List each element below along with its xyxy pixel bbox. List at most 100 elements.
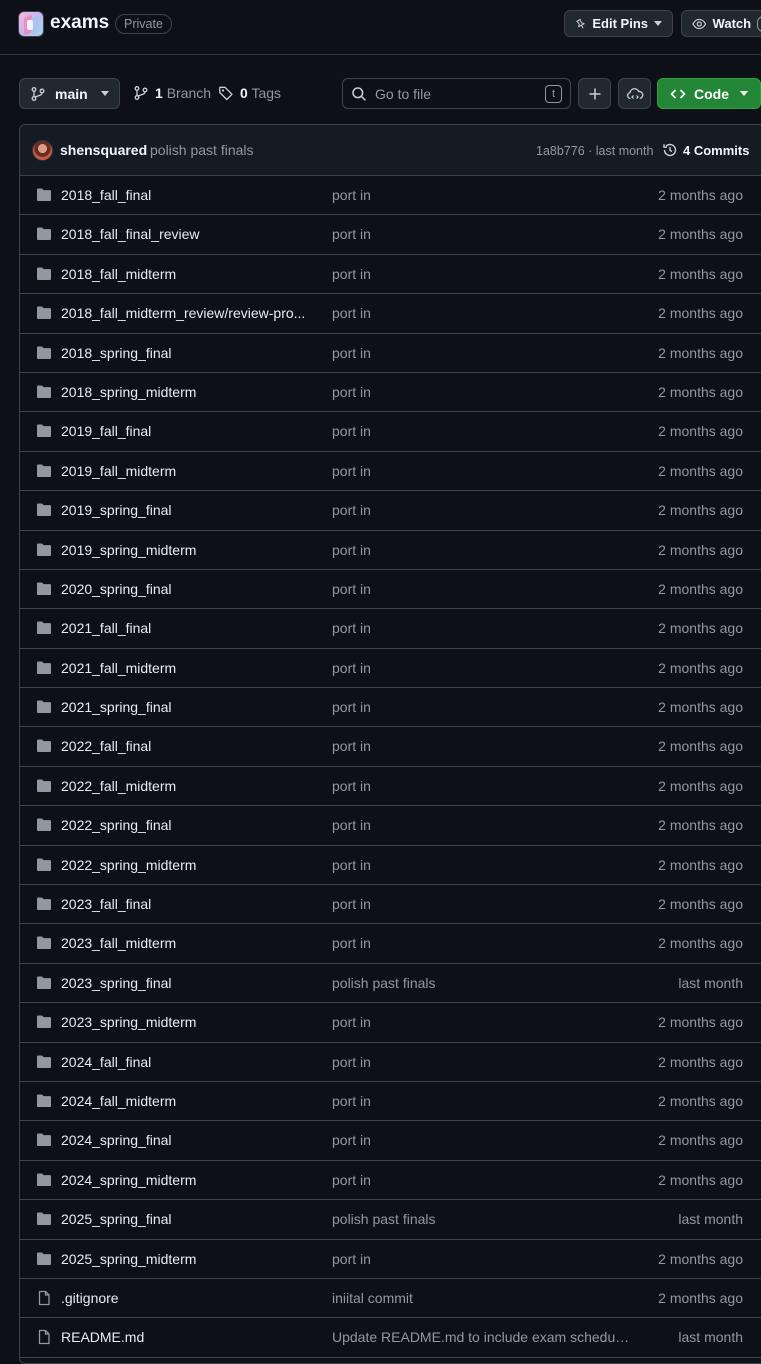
- file-name-link[interactable]: 2018_fall_midterm: [61, 266, 306, 282]
- file-row[interactable]: 2025_spring_final polish past finals last …: [20, 1200, 761, 1240]
- file-row[interactable]: 2018_fall_final port in 2 months ago: [20, 176, 761, 216]
- commit-author[interactable]: shensquared: [60, 142, 147, 158]
- file-name-link[interactable]: 2019_fall_midterm: [61, 463, 306, 479]
- file-row[interactable]: 2024_fall_midterm port in 2 months ago: [20, 1082, 761, 1122]
- file-row[interactable]: 2018_fall_midterm_review/review-pro... po…: [20, 294, 761, 334]
- author-avatar[interactable]: [32, 140, 53, 161]
- commits-history-link[interactable]: 4 Commits: [662, 142, 749, 158]
- file-name-link[interactable]: 2023_spring_final: [61, 975, 306, 991]
- repo-name[interactable]: exams: [50, 12, 109, 34]
- file-commit-message[interactable]: port in: [332, 857, 632, 873]
- tags-link[interactable]: 0 Tags: [218, 85, 281, 101]
- file-commit-message[interactable]: polish past finals: [332, 975, 632, 991]
- file-row[interactable]: 2022_fall_midterm port in 2 months ago: [20, 767, 761, 807]
- file-name-link[interactable]: 2018_fall_final_review: [61, 226, 306, 242]
- file-name-link[interactable]: README.md: [61, 1329, 306, 1345]
- file-name-link[interactable]: 2023_fall_final: [61, 896, 306, 912]
- file-commit-message[interactable]: port in: [332, 266, 632, 282]
- file-row[interactable]: 2023_fall_final port in 2 months ago: [20, 885, 761, 925]
- file-commit-message[interactable]: port in: [332, 384, 632, 400]
- file-name-link[interactable]: 2019_fall_final: [61, 423, 306, 439]
- file-commit-message[interactable]: polish past finals: [332, 1211, 632, 1227]
- file-name-link[interactable]: 2025_spring_midterm: [61, 1251, 306, 1267]
- file-row[interactable]: 2019_spring_final port in 2 months ago: [20, 491, 761, 531]
- file-name-link[interactable]: 2024_spring_final: [61, 1132, 306, 1148]
- file-name-link[interactable]: 2024_spring_midterm: [61, 1172, 306, 1188]
- file-commit-message[interactable]: port in: [332, 226, 632, 242]
- file-name-link[interactable]: 2018_spring_midterm: [61, 384, 306, 400]
- file-row[interactable]: 2019_spring_midterm port in 2 months ago: [20, 531, 761, 570]
- file-name-link[interactable]: 2019_spring_midterm: [61, 542, 306, 558]
- edit-pins-button[interactable]: Edit Pins: [564, 10, 673, 37]
- file-row[interactable]: 2022_fall_final port in 2 months ago: [20, 727, 761, 767]
- file-commit-message[interactable]: port in: [332, 1132, 632, 1148]
- branches-link[interactable]: 1 Branch: [133, 85, 211, 101]
- file-row[interactable]: 2018_fall_final_review port in 2 months ag…: [20, 215, 761, 255]
- file-commit-message[interactable]: port in: [332, 699, 632, 715]
- file-name-link[interactable]: 2019_spring_final: [61, 502, 306, 518]
- file-row[interactable]: 2023_spring_midterm port in 2 months ago: [20, 1003, 761, 1043]
- file-row[interactable]: 2025_spring_midterm port in 2 months ago: [20, 1240, 761, 1279]
- file-commit-message[interactable]: port in: [332, 345, 632, 361]
- file-commit-message[interactable]: port in: [332, 187, 632, 203]
- file-name-link[interactable]: 2018_spring_final: [61, 345, 306, 361]
- file-commit-message[interactable]: Update README.md to include exam schedul…: [332, 1329, 632, 1345]
- file-commit-message[interactable]: port in: [332, 660, 632, 676]
- file-row[interactable]: 2022_spring_final port in 2 months ago: [20, 806, 761, 846]
- file-commit-message[interactable]: port in: [332, 935, 632, 951]
- file-commit-message[interactable]: iniital commit: [332, 1290, 632, 1306]
- file-name-link[interactable]: 2020_spring_final: [61, 581, 306, 597]
- code-button[interactable]: Code: [657, 78, 761, 109]
- file-row[interactable]: 2023_spring_final polish past finals last …: [20, 964, 761, 1004]
- add-file-button[interactable]: [578, 78, 611, 109]
- file-name-link[interactable]: 2021_fall_final: [61, 620, 306, 636]
- file-commit-message[interactable]: port in: [332, 778, 632, 794]
- file-row[interactable]: 2019_fall_midterm port in 2 months ago: [20, 452, 761, 492]
- file-row[interactable]: 2022_spring_midterm port in 2 months ago: [20, 846, 761, 886]
- file-name-link[interactable]: 2024_fall_midterm: [61, 1093, 306, 1109]
- file-name-link[interactable]: 2018_fall_final: [61, 187, 306, 203]
- file-row[interactable]: 2018_fall_midterm port in 2 months ago: [20, 255, 761, 295]
- file-name-link[interactable]: .gitignore: [61, 1290, 306, 1306]
- file-commit-message[interactable]: port in: [332, 463, 632, 479]
- watch-button[interactable]: Watch: [681, 10, 761, 37]
- file-name-link[interactable]: 2022_spring_midterm: [61, 857, 306, 873]
- file-row[interactable]: 2024_spring_midterm port in 2 months ago: [20, 1161, 761, 1201]
- file-commit-message[interactable]: port in: [332, 305, 632, 321]
- file-name-link[interactable]: 2021_spring_final: [61, 699, 306, 715]
- repo-avatar[interactable]: [18, 11, 44, 37]
- file-row[interactable]: 2019_fall_final port in 2 months ago: [20, 412, 761, 452]
- file-row[interactable]: 2018_spring_midterm port in 2 months ago: [20, 373, 761, 413]
- file-row[interactable]: 2021_fall_midterm port in 2 months ago: [20, 649, 761, 689]
- go-to-file-input[interactable]: Go to file t: [342, 78, 571, 109]
- file-row[interactable]: .gitignore iniital commit 2 months ago: [20, 1279, 761, 1319]
- commit-hash[interactable]: 1a8b776 · last month: [536, 144, 653, 158]
- file-commit-message[interactable]: port in: [332, 1093, 632, 1109]
- file-commit-message[interactable]: port in: [332, 738, 632, 754]
- file-row[interactable]: 2021_spring_final port in 2 months ago: [20, 688, 761, 728]
- file-name-link[interactable]: 2021_fall_midterm: [61, 660, 306, 676]
- file-row[interactable]: 2020_spring_final port in 2 months ago: [20, 570, 761, 610]
- file-commit-message[interactable]: port in: [332, 1172, 632, 1188]
- file-commit-message[interactable]: port in: [332, 1014, 632, 1030]
- codespaces-button[interactable]: [618, 78, 651, 109]
- file-name-link[interactable]: 2023_spring_midterm: [61, 1014, 306, 1030]
- commit-message[interactable]: polish past finals: [150, 142, 254, 158]
- file-commit-message[interactable]: port in: [332, 423, 632, 439]
- file-commit-message[interactable]: port in: [332, 581, 632, 597]
- file-commit-message[interactable]: port in: [332, 817, 632, 833]
- file-row[interactable]: README.md Update README.md to include exa…: [20, 1318, 761, 1358]
- file-row[interactable]: 2024_fall_final port in 2 months ago: [20, 1043, 761, 1082]
- file-name-link[interactable]: 2024_fall_final: [61, 1054, 306, 1070]
- file-name-link[interactable]: 2022_fall_final: [61, 738, 306, 754]
- file-commit-message[interactable]: port in: [332, 896, 632, 912]
- file-commit-message[interactable]: port in: [332, 542, 632, 558]
- file-commit-message[interactable]: port in: [332, 1251, 632, 1267]
- branch-selector[interactable]: main: [19, 78, 120, 109]
- file-commit-message[interactable]: port in: [332, 1054, 632, 1070]
- file-commit-message[interactable]: port in: [332, 502, 632, 518]
- file-row[interactable]: 2018_spring_final port in 2 months ago: [20, 334, 761, 373]
- file-row[interactable]: 2021_fall_final port in 2 months ago: [20, 609, 761, 649]
- file-name-link[interactable]: 2022_fall_midterm: [61, 778, 306, 794]
- file-name-link[interactable]: 2018_fall_midterm_review/review-pro...: [61, 305, 306, 321]
